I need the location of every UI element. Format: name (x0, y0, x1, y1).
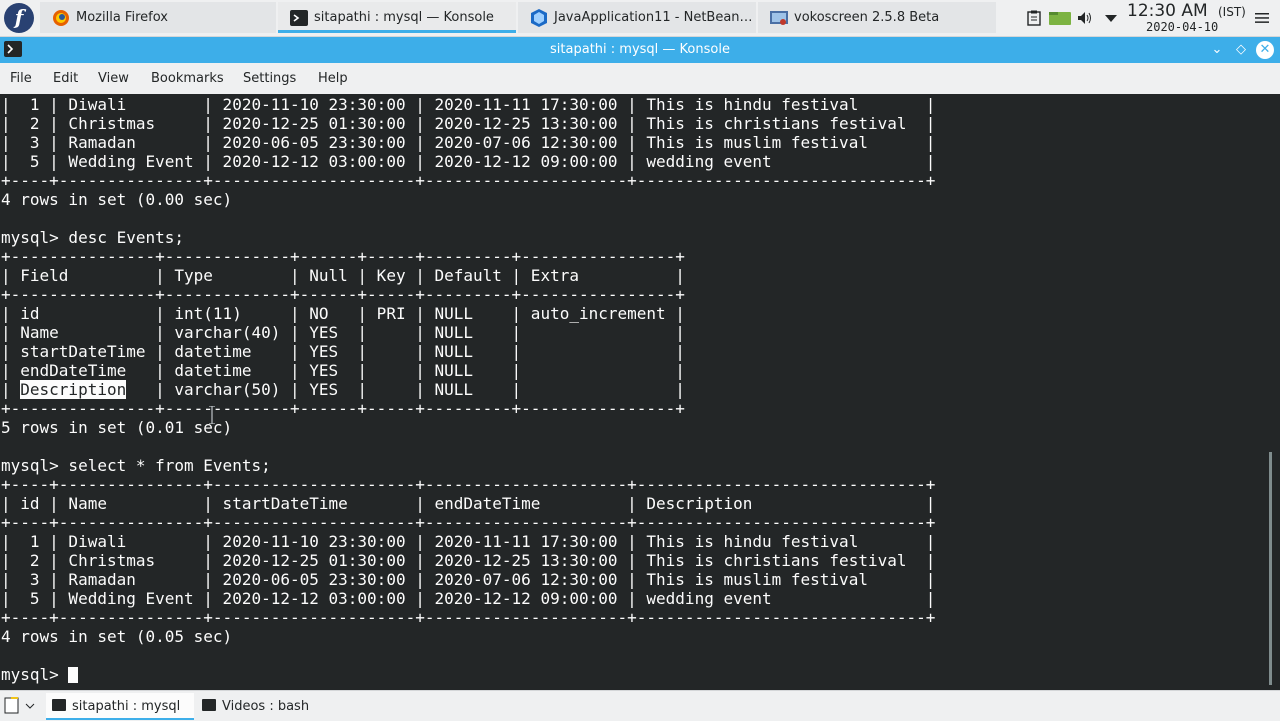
terminal-line: | 2 | Christmas | 2020-12-25 01:30:00 | … (1, 551, 936, 570)
selected-text: Description (20, 380, 127, 399)
firefox-icon (53, 10, 69, 26)
clock-time[interactable]: 12:30 AM (1127, 1, 1208, 21)
menu-view[interactable]: View (98, 71, 129, 86)
terminal-line: | 5 | Wedding Event | 2020-12-12 03:00:0… (1, 589, 936, 608)
terminal-line: | id | Name | startDateTime | endDateTim… (1, 494, 936, 513)
terminal-line: | 5 | Wedding Event | 2020-12-12 03:00:0… (1, 152, 936, 171)
volume-icon[interactable] (1077, 10, 1093, 26)
clock-timezone: (IST) (1218, 5, 1246, 19)
terminal-line: +----+---------------+------------------… (1, 608, 936, 627)
tab-label: Videos : bash (222, 699, 310, 714)
tab-videos-bash[interactable]: Videos : bash (196, 693, 328, 720)
terminal-line: mysql> select * from Events; (1, 456, 271, 475)
terminal-line: 4 rows in set (0.00 sec) (1, 190, 233, 209)
expand-tray-icon[interactable] (1103, 10, 1119, 26)
menubar: File Edit View Bookmarks Settings Help (0, 63, 1280, 94)
terminal-line: | 3 | Ramadan | 2020-06-05 23:30:00 | 20… (1, 133, 936, 152)
vokoscreen-icon (770, 11, 788, 25)
close-icon[interactable]: ✕ (1256, 41, 1274, 59)
minimize-icon[interactable]: ⌄ (1208, 41, 1226, 59)
netbeans-icon (531, 9, 547, 27)
terminal-line: | 1 | Diwali | 2020-11-10 23:30:00 | 202… (1, 95, 936, 114)
terminal-line: | endDateTime | datetime | YES | | NULL … (1, 361, 685, 380)
maximize-icon[interactable]: ◇ (1232, 41, 1250, 59)
task-konsole[interactable]: sitapathi : mysql — Konsole (278, 2, 516, 33)
menu-help[interactable]: Help (318, 71, 348, 86)
terminal-cursor (68, 667, 79, 683)
terminal-line: +----+---------------+------------------… (1, 475, 936, 494)
terminal-line: | startDateTime | datetime | YES | | NUL… (1, 342, 685, 361)
terminal-icon (52, 699, 66, 711)
terminal-line: 4 rows in set (0.05 sec) (1, 627, 233, 646)
terminal-line: | id | int(11) | NO | PRI | NULL | auto_… (1, 304, 685, 323)
terminal-line: +----+---------------+------------------… (1, 171, 936, 190)
task-label: Mozilla Firefox (76, 10, 168, 25)
terminal-view[interactable]: | 1 | Diwali | 2020-11-10 23:30:00 | 202… (0, 94, 1268, 690)
task-vokoscreen[interactable]: vokoscreen 2.5.8 Beta (758, 2, 996, 33)
menu-file[interactable]: File (10, 71, 32, 86)
terminal-line: +---------------+-------------+------+--… (1, 399, 685, 418)
scrollbar-thumb[interactable] (1269, 452, 1272, 685)
terminal-icon (290, 10, 308, 26)
terminal-line: | Description | varchar(50) | YES | | NU… (1, 380, 685, 399)
hamburger-menu-icon[interactable] (1255, 11, 1269, 25)
window-title: sitapathi : mysql — Konsole (550, 42, 730, 57)
clock-date: 2020-04-10 (1146, 20, 1219, 34)
tab-sitapathi-mysql[interactable]: sitapathi : mysql (46, 693, 194, 720)
new-tab-icon[interactable] (2, 695, 38, 717)
taskbar: f Mozilla Firefox sitapathi : mysql — Ko… (0, 0, 1280, 37)
terminal-line: | Field | Type | Null | Key | Default | … (1, 266, 685, 285)
task-netbeans[interactable]: JavaApplication11 - NetBean… (518, 2, 756, 33)
terminal-line: 5 rows in set (0.01 sec) (1, 418, 233, 437)
task-label: vokoscreen 2.5.8 Beta (794, 10, 940, 25)
terminal-line: +---------------+-------------+------+--… (1, 285, 685, 304)
menu-settings[interactable]: Settings (243, 71, 296, 86)
fedora-menu-icon[interactable]: f (4, 3, 34, 33)
terminal-icon (202, 699, 216, 711)
task-firefox[interactable]: Mozilla Firefox (40, 2, 276, 33)
device-notifier-icon[interactable] (1048, 10, 1072, 26)
tab-label: sitapathi : mysql (72, 699, 181, 714)
terminal-line: | Name | varchar(40) | YES | | NULL | | (1, 323, 685, 342)
menu-edit[interactable]: Edit (53, 71, 78, 86)
task-label: JavaApplication11 - NetBean… (554, 10, 753, 25)
prompt-line[interactable]: mysql> (1, 665, 935, 684)
terminal-line: mysql> desc Events; (1, 228, 185, 247)
terminal-line: +---------------+-------------+------+--… (1, 247, 685, 266)
terminal-output: | 1 | Diwali | 2020-11-10 23:30:00 | 202… (1, 95, 935, 684)
window-titlebar[interactable]: sitapathi : mysql — Konsole ⌄ ◇ ✕ (0, 37, 1280, 63)
terminal-line: | 2 | Christmas | 2020-12-25 01:30:00 | … (1, 114, 936, 133)
clipboard-icon[interactable] (1026, 10, 1042, 26)
task-label: sitapathi : mysql — Konsole (314, 10, 494, 25)
konsole-tab-bar: sitapathi : mysql Videos : bash (0, 690, 1280, 721)
menu-bookmarks[interactable]: Bookmarks (151, 71, 224, 86)
terminal-line: +----+---------------+------------------… (1, 513, 936, 532)
mysql-prompt: mysql> (1, 665, 69, 684)
terminal-line: | 1 | Diwali | 2020-11-10 23:30:00 | 202… (1, 532, 936, 551)
terminal-line: | 3 | Ramadan | 2020-06-05 23:30:00 | 20… (1, 570, 936, 589)
text-cursor-icon (209, 406, 215, 424)
